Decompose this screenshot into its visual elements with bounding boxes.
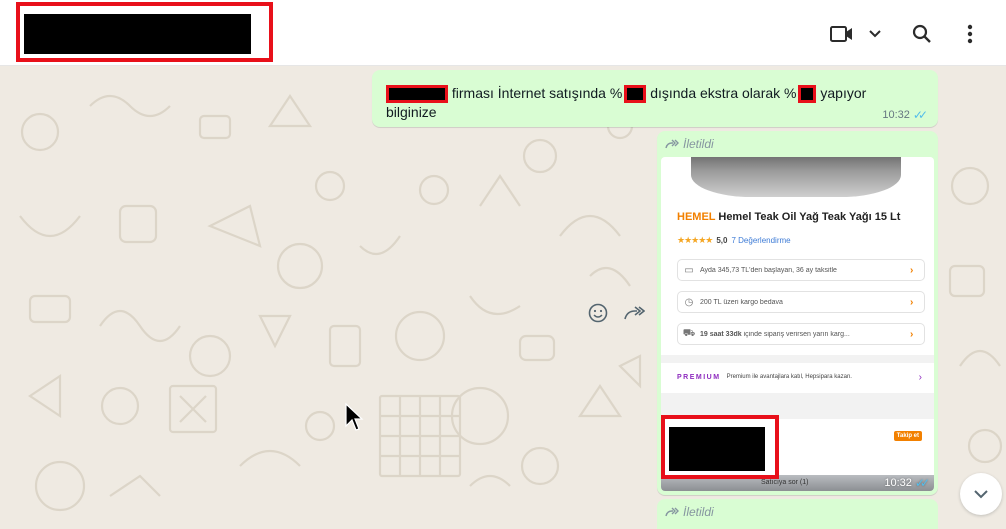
chevron-down-icon <box>869 30 881 38</box>
forwarded-icon <box>665 139 679 149</box>
seller-name-blackout <box>669 427 765 471</box>
message-part-4: bilginize <box>386 104 437 121</box>
delivery-row: ⛟ 19 saat 33dk içinde sipariş verirsen y… <box>677 323 925 345</box>
card-icon: ▭ <box>684 264 694 276</box>
installment-text: Ayda 345,73 TL'den başlayan, 36 ay taksi… <box>700 266 837 274</box>
chat-header <box>0 0 1006 66</box>
premium-logo: PREMIUM <box>677 373 721 381</box>
product-brand: HEMEL <box>677 211 716 223</box>
message-meta: 10:32 ✓✓ <box>882 108 928 122</box>
ask-seller-label: Satıcıya sor (1) <box>761 479 809 486</box>
scroll-to-bottom-button[interactable] <box>960 473 1002 515</box>
forward-icon <box>624 306 645 320</box>
follow-badge: Takip et <box>893 431 922 441</box>
mouse-cursor-icon <box>345 402 364 431</box>
delivery-time: 19 saat 33dk <box>700 330 742 338</box>
read-ticks-icon: ✓✓ <box>912 108 928 122</box>
redacted-percent-2 <box>798 85 817 104</box>
header-actions <box>826 20 988 48</box>
forwarded-label: İletildi <box>665 505 714 519</box>
search-icon <box>912 24 931 43</box>
premium-text: Premium ile avantajlara katıl, Hepsipara… <box>726 374 852 380</box>
chevron-right-icon: › <box>910 264 914 276</box>
delivery-text: 19 saat 33dk içinde sipariş verirsen yar… <box>700 331 910 338</box>
chevron-right-icon: › <box>910 296 914 308</box>
product-title: HEMEL Hemel Teak Oil Yağ Teak Yağı 15 Lt <box>677 211 900 223</box>
video-call-dropdown[interactable] <box>858 20 892 48</box>
contact-name-blackout <box>24 14 251 54</box>
read-ticks-icon: ✓✓ <box>914 476 930 490</box>
emoji-icon <box>588 303 608 323</box>
forwarded-message-2[interactable]: İletildi <box>657 499 938 529</box>
outgoing-message[interactable]: firması İnternet satışında % dışında eks… <box>372 70 938 127</box>
section-divider <box>661 355 934 363</box>
seller-name-redaction <box>661 415 779 479</box>
forwarded-label: İletildi <box>665 137 714 151</box>
chevron-right-icon: › <box>918 371 922 383</box>
contact-name-redaction[interactable] <box>16 2 273 62</box>
rating-reviews: 7 Değerlendirme <box>731 236 791 245</box>
product-rating: ★★★★★ 5,0 7 Değerlendirme <box>677 235 791 246</box>
forwarded-text: İletildi <box>683 137 714 151</box>
menu-button[interactable] <box>952 20 988 48</box>
rating-score: 5,0 <box>716 236 728 245</box>
forwarded-text: İletildi <box>683 505 714 519</box>
image-time: 10:32 <box>884 477 912 489</box>
message-time: 10:32 <box>882 109 910 121</box>
cargo-icon: ◷ <box>684 296 694 308</box>
redacted-percent-1 <box>624 85 647 104</box>
message-text: firması İnternet satışında % dışında eks… <box>386 84 906 122</box>
chevron-down-icon <box>974 490 988 499</box>
image-meta: 10:32 ✓✓ <box>884 476 930 490</box>
message-hover-actions <box>586 301 646 325</box>
rating-stars-icon: ★★★★★ <box>677 235 713 245</box>
search-button[interactable] <box>892 20 952 48</box>
premium-row: PREMIUM Premium ile avantajlara katıl, H… <box>667 363 928 391</box>
installment-row: ▭ Ayda 345,73 TL'den başlayan, 36 ay tak… <box>677 259 925 281</box>
cargo-text: 200 TL üzeri kargo bedava <box>700 298 783 306</box>
product-name: Hemel Teak Oil Yağ Teak Yağı 15 Lt <box>718 211 901 223</box>
kebab-menu-icon <box>967 24 973 44</box>
message-part-2: dışında ekstra olarak % <box>650 85 797 101</box>
forward-button[interactable] <box>622 301 646 325</box>
video-camera-icon <box>830 26 852 42</box>
message-part-3: yapıyor <box>820 85 867 101</box>
cargo-row: ◷ 200 TL üzeri kargo bedava › <box>677 291 925 313</box>
product-image <box>691 157 901 197</box>
delivery-rest: içinde sipariş verirsen yarın karg... <box>741 330 850 338</box>
chevron-right-icon: › <box>910 328 914 340</box>
react-button[interactable] <box>586 301 610 325</box>
redacted-company-name <box>386 85 448 104</box>
truck-icon: ⛟ <box>682 327 696 339</box>
forwarded-image-message[interactable]: İletildi HEMEL Hemel Teak Oil Yağ Teak Y… <box>657 131 938 495</box>
video-call-button[interactable] <box>826 20 858 48</box>
message-part-1: firması İnternet satışında % <box>451 85 623 101</box>
forwarded-icon <box>665 507 679 517</box>
